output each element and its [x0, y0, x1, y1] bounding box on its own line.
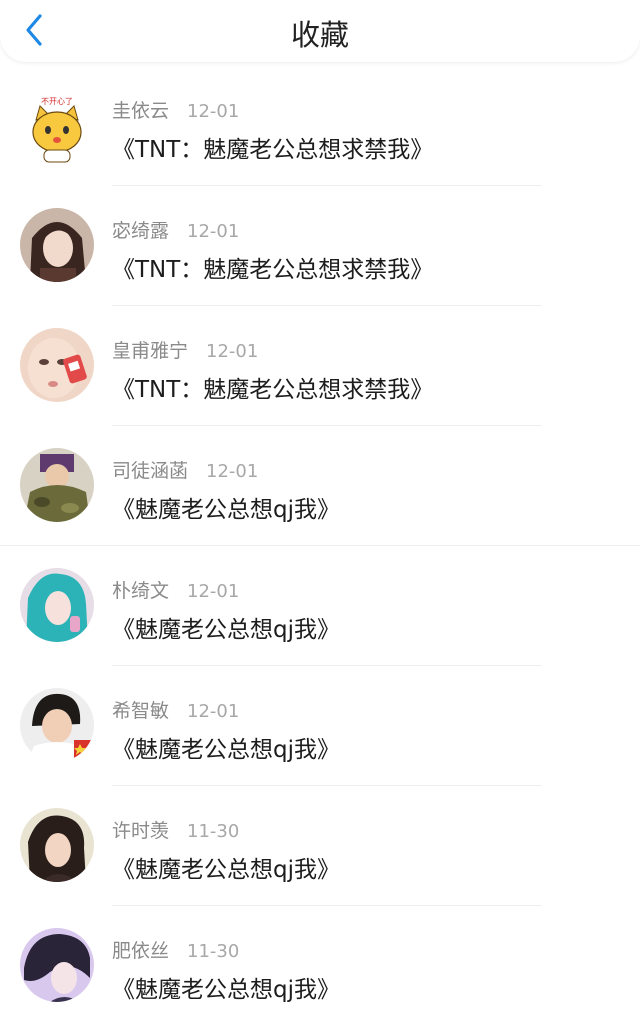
favorite-date: 12-01	[187, 101, 240, 122]
favorite-date: 11-30	[187, 821, 240, 842]
list-item[interactable]: 许时羡 11-30 《魅魔老公总想qj我》	[0, 782, 640, 906]
user-name: 宓绮露	[112, 220, 170, 242]
book-title: 《魅魔老公总想qj我》	[112, 737, 340, 763]
list-item[interactable]: 朴绮文 12-01 《魅魔老公总想qj我》	[0, 542, 640, 666]
book-title: 《TNT：魅魔老公总想求禁我》	[112, 137, 434, 163]
user-photo-avatar	[20, 448, 94, 522]
book-title: 《魅魔老公总想qj我》	[112, 617, 340, 643]
user-name: 皇甫雅宁	[112, 340, 189, 362]
favorite-date: 12-01	[187, 581, 240, 602]
page-title: 收藏	[290, 18, 349, 52]
favorites-list: 不开心了 圭依云 12-01 《TNT：魅魔老公总想求禁我》 宓绮露 12-01…	[0, 62, 640, 1003]
book-title: 《魅魔老公总想qj我》	[112, 857, 340, 883]
favorite-date: 12-01	[187, 221, 240, 242]
user-name: 许时羡	[112, 820, 170, 842]
favorite-date: 12-01	[187, 701, 240, 722]
user-photo-avatar	[20, 328, 94, 402]
user-name: 肥依丝	[112, 940, 170, 962]
user-photo-avatar	[20, 688, 94, 762]
favorite-date: 12-01	[206, 461, 259, 482]
list-item[interactable]: 皇甫雅宁 12-01 《TNT：魅魔老公总想求禁我》	[0, 302, 640, 426]
list-item[interactable]: 不开心了 圭依云 12-01 《TNT：魅魔老公总想求禁我》	[0, 62, 640, 186]
book-title: 《魅魔老公总想qj我》	[112, 977, 340, 1003]
user-name: 司徒涵菡	[112, 460, 189, 482]
list-item[interactable]: 宓绮露 12-01 《TNT：魅魔老公总想求禁我》	[0, 182, 640, 306]
book-title: 《魅魔老公总想qj我》	[112, 497, 340, 523]
user-photo-avatar	[20, 808, 94, 882]
favorite-date: 11-30	[187, 941, 240, 962]
top-bar: 收藏	[0, 0, 640, 62]
user-name: 圭依云	[112, 100, 170, 122]
book-title: 《TNT：魅魔老公总想求禁我》	[112, 257, 434, 283]
list-item[interactable]: 希智敏 12-01 《魅魔老公总想qj我》	[0, 662, 640, 786]
list-item[interactable]: 肥依丝 11-30 《魅魔老公总想qj我》	[0, 902, 640, 1022]
user-photo-avatar	[20, 568, 94, 642]
cartoon-cat-avatar: 不开心了	[20, 92, 94, 166]
list-item[interactable]: 司徒涵菡 12-01 《魅魔老公总想qj我》	[0, 422, 640, 546]
user-name: 朴绮文	[112, 580, 170, 602]
user-photo-avatar	[20, 208, 94, 282]
svg-text:不开心了: 不开心了	[41, 97, 73, 106]
user-name: 希智敏	[112, 700, 170, 722]
favorite-date: 12-01	[206, 341, 259, 362]
book-title: 《TNT：魅魔老公总想求禁我》	[112, 377, 434, 403]
user-photo-avatar	[20, 928, 94, 1002]
